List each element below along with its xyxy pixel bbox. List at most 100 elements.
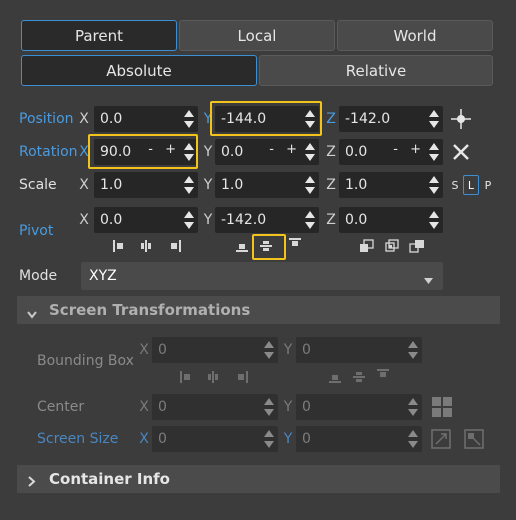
align-bottom-icon [327, 369, 343, 385]
bounding-box-y-value: 0 [302, 342, 311, 358]
spinner-icon[interactable] [429, 175, 439, 195]
position-label: Position [19, 111, 74, 127]
local-space-button[interactable]: Local [179, 20, 335, 51]
spinner-icon[interactable] [429, 210, 439, 230]
rotation-z-value: 0.0 [345, 144, 368, 160]
align-bottom-icon[interactable] [234, 238, 250, 254]
center-x-axis: X [139, 399, 149, 415]
center-x-field[interactable]: 0 [152, 394, 278, 420]
relative-button[interactable]: Relative [259, 55, 493, 86]
pivot-front-icon[interactable] [408, 238, 426, 254]
resize-icon[interactable] [463, 428, 485, 450]
screen-size-x-field[interactable]: 0 [152, 426, 278, 452]
position-z-axis: Z [326, 111, 336, 127]
spinner-icon[interactable] [429, 109, 439, 129]
reset-rotation-icon[interactable] [450, 141, 472, 163]
parent-space-button[interactable]: Parent [21, 20, 177, 51]
pivot-back-icon[interactable] [358, 238, 376, 254]
scale-x-axis: X [79, 177, 89, 193]
pivot-x-value: 0.0 [100, 212, 123, 228]
position-x-field[interactable]: 0.0 [94, 106, 198, 132]
scale-x-field[interactable]: 1.0 [94, 172, 198, 198]
position-x-value: 0.0 [100, 111, 123, 127]
grid-icon[interactable] [430, 395, 454, 419]
spinner-icon[interactable] [184, 109, 194, 129]
pivot-z-value: 0.0 [345, 212, 368, 228]
scale-y-value: 1.0 [221, 177, 244, 193]
center-y-value: 0 [302, 399, 311, 415]
bounding-box-x-axis: X [139, 342, 149, 358]
align-top-icon[interactable] [287, 236, 303, 252]
bounding-box-x-field[interactable]: 0 [152, 337, 278, 363]
chevron-down-icon [27, 305, 37, 323]
fit-icon[interactable] [430, 428, 452, 450]
spinner-icon[interactable] [264, 397, 274, 417]
scale-z-field[interactable]: 1.0 [339, 172, 443, 198]
bounding-box-x-value: 0 [158, 342, 167, 358]
rotation-label: Rotation [19, 144, 78, 160]
position-z-value: -142.0 [345, 111, 391, 127]
local-space-label: Local [237, 26, 277, 45]
position-z-field[interactable]: -142.0 [339, 106, 443, 132]
container-info-header[interactable]: Container Info [17, 465, 500, 493]
spinner-icon[interactable] [305, 142, 315, 162]
screen-size-y-field[interactable]: 0 [296, 426, 422, 452]
spinner-icon[interactable] [184, 142, 194, 162]
mode-select[interactable]: XYZ [81, 262, 443, 290]
bounding-box-y-field[interactable]: 0 [296, 337, 422, 363]
pivot-x-field[interactable]: 0.0 [94, 207, 198, 233]
spinner-icon[interactable] [408, 397, 418, 417]
rotation-z-field[interactable]: 0.0 - + [339, 139, 443, 165]
screen-size-y-value: 0 [302, 431, 311, 447]
spinner-icon[interactable] [305, 210, 315, 230]
spinner-icon[interactable] [305, 109, 315, 129]
spinner-icon[interactable] [305, 175, 315, 195]
chevron-right-icon [28, 473, 36, 491]
pivot-z-axis: Z [326, 212, 336, 228]
align-middle-v-icon[interactable] [258, 238, 274, 254]
crosshair-icon[interactable] [450, 108, 472, 130]
screen-size-y-axis: Y [283, 431, 293, 447]
spinner-icon[interactable] [408, 340, 418, 360]
align-center-h-icon[interactable] [138, 238, 154, 254]
rotation-y-field[interactable]: 0.0 - + [215, 139, 319, 165]
align-left-icon[interactable] [111, 238, 127, 254]
relative-label: Relative [345, 61, 407, 80]
rotation-x-plus-minus[interactable]: - + [148, 142, 180, 157]
scale-p-button[interactable]: P [481, 176, 495, 194]
screen-transformations-header[interactable]: Screen Transformations [17, 296, 500, 324]
rotation-x-axis: X [79, 144, 89, 160]
rotation-z-axis: Z [326, 144, 336, 160]
rotation-y-value: 0.0 [221, 144, 244, 160]
scale-l-button[interactable]: L [463, 175, 479, 195]
absolute-button[interactable]: Absolute [21, 55, 257, 86]
screen-transformations-title: Screen Transformations [49, 301, 251, 319]
rotation-x-field[interactable]: 90.0 - + [94, 139, 198, 165]
align-right-icon[interactable] [167, 238, 183, 254]
scale-y-field[interactable]: 1.0 [215, 172, 319, 198]
pivot-z-field[interactable]: 0.0 [339, 207, 443, 233]
parent-space-label: Parent [74, 26, 124, 45]
mode-select-value: XYZ [89, 268, 117, 284]
spinner-icon[interactable] [184, 175, 194, 195]
pivot-y-field[interactable]: -142.0 [215, 207, 319, 233]
bounding-box-label: Bounding Box [37, 353, 134, 369]
spinner-icon[interactable] [264, 340, 274, 360]
pivot-y-axis: Y [203, 212, 213, 228]
screen-size-x-axis: X [139, 431, 149, 447]
rotation-z-plus-minus[interactable]: - + [393, 142, 425, 157]
pivot-center-icon[interactable] [383, 238, 401, 254]
rotation-y-plus-minus[interactable]: - + [269, 142, 301, 157]
scale-s-button[interactable]: S [448, 176, 462, 194]
spinner-icon[interactable] [184, 210, 194, 230]
spinner-icon[interactable] [408, 429, 418, 449]
screen-size-x-value: 0 [158, 431, 167, 447]
spinner-icon[interactable] [264, 429, 274, 449]
center-y-axis: Y [283, 399, 293, 415]
scale-z-value: 1.0 [345, 177, 368, 193]
center-y-field[interactable]: 0 [296, 394, 422, 420]
screen-size-label: Screen Size [37, 431, 119, 447]
spinner-icon[interactable] [429, 142, 439, 162]
position-y-field[interactable]: -144.0 [215, 106, 319, 132]
world-space-button[interactable]: World [337, 20, 493, 51]
